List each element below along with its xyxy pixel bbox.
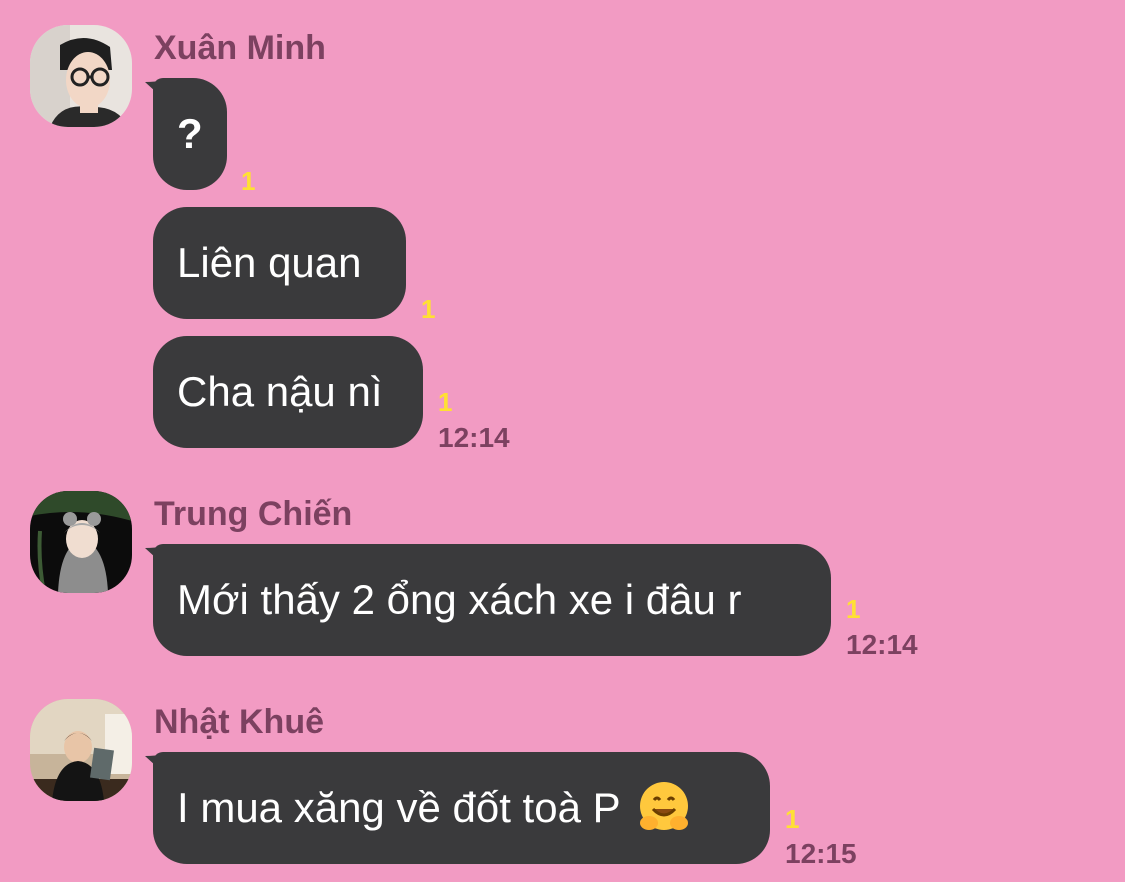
sender-name: Xuân Minh [154,29,326,67]
sender-name: Trung Chiến [154,495,353,533]
sender-name: Nhật Khuê [154,703,324,741]
avatar-man-glasses-icon [30,25,132,127]
message-time: 12:14 [438,422,510,453]
message-text: Mới thấy 2 ổng xách xe i đâu r [177,576,742,623]
message-bubble[interactable]: I mua xăng về đốt toà P [153,752,770,864]
avatar-man-reading-icon [30,699,132,801]
hugging-face-icon [635,779,693,837]
message-text: Cha nậu nì [177,368,383,415]
message-time: 12:15 [785,838,857,869]
unread-count: 1 [421,294,436,324]
message-text: Liên quan [177,239,362,286]
message-text: ? [177,110,203,157]
message-bubble[interactable]: Cha nậu nì [153,336,423,448]
unread-count: 1 [241,166,256,196]
message-time: 12:14 [846,629,918,660]
message-bubble[interactable]: Liên quan [153,207,406,319]
message-text: I mua xăng về đốt toà P [177,784,621,831]
avatar-xuan-minh[interactable] [30,25,132,127]
unread-count: 1 [785,804,800,834]
message-bubble[interactable]: Mới thấy 2 ổng xách xe i đâu r [153,544,831,656]
message-bubble[interactable]: ? [153,78,227,190]
unread-count: 1 [438,387,453,417]
avatar-trung-chien[interactable] [30,491,132,593]
avatar-man-hoodie-icon [30,491,132,593]
unread-count: 1 [846,594,861,624]
avatar-nhat-khue[interactable] [30,699,132,801]
